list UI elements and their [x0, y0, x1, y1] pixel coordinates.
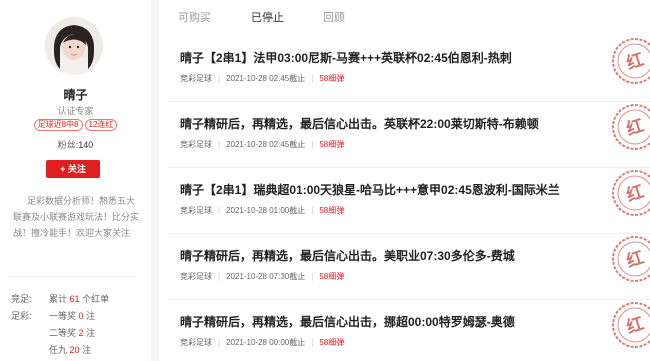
- plan-category: 竞彩足球: [180, 272, 212, 281]
- plan-meta: 竞彩足球 | 2021-10-28 01:00截止 | 58细弹: [180, 206, 345, 215]
- follow-button[interactable]: + 关注: [46, 160, 100, 178]
- plan-category: 竞彩足球: [180, 140, 212, 149]
- stat-key: 竞足:: [11, 294, 32, 304]
- red-result-stamp-icon: 红: [612, 38, 650, 84]
- stat-prefix: 一等奖: [49, 311, 77, 321]
- list-item[interactable]: 晴子【2串1】瑞典超01:00天狼星-哈马比+++意甲02:45恩波利-国际米兰…: [159, 162, 650, 234]
- stamp-text: 红: [624, 247, 647, 272]
- stamp-text: 红: [624, 115, 647, 140]
- fans-label: 粉丝:: [57, 140, 79, 150]
- stamp-text: 红: [624, 49, 647, 74]
- stat-prefix: 二等奖: [49, 328, 77, 338]
- stat-prefix: 累计: [49, 294, 68, 304]
- plan-title[interactable]: 晴子精研后，再精选，最后信心出击。英联杯22:00莱切斯特-布赖顿: [180, 115, 539, 132]
- avatar-portrait-icon: [45, 17, 103, 75]
- plan-title[interactable]: 晴子精研后，再精选，最后信心出击，挪超00:00特罗姆瑟-奥德: [180, 313, 515, 330]
- stat-suffix: 注: [82, 345, 92, 355]
- stat-key: 足彩:: [11, 311, 32, 321]
- profile-bio: 足彩数据分析师！熟悉五大联赛及小联赛游戏玩法！比分实战！擅冷能手！欢迎大家关注: [13, 196, 140, 238]
- stat-suffix: 个红单: [82, 294, 110, 304]
- plan-meta: 竞彩足球 | 2021-10-28 02:45截止 | 58细弹: [180, 74, 345, 83]
- plan-title[interactable]: 晴子【2串1】瑞典超01:00天狼星-哈马比+++意甲02:45恩波利-国际米兰: [180, 181, 560, 198]
- plan-price: 58细弹: [319, 338, 345, 347]
- fans-number: 140: [78, 140, 94, 150]
- list-item[interactable]: 晴子精研后，再精选，最后信心出击。美职业07:30多伦多-费城 竞彩足球 | 202…: [159, 228, 650, 300]
- tab-bar: 可购买 已停止 回顾: [159, 0, 650, 30]
- stat-prefix: 任九: [49, 345, 68, 355]
- plan-price: 58细弹: [319, 74, 345, 83]
- achievement-tag: 12连红: [84, 119, 118, 131]
- verified-label: 认证专家: [57, 106, 94, 116]
- stat-suffix: 注: [86, 311, 96, 321]
- plan-list-panel: 可购买 已停止 回顾 晴子【2串1】法甲03:00尼斯-马赛+++英联杯02:4…: [159, 0, 650, 361]
- stat-value: 61: [69, 294, 80, 304]
- plan-category: 竞彩足球: [180, 206, 212, 215]
- profile-sidebar: 晴子 认证专家 足球近8中8 12连红 粉丝:140 + 关注 足彩数据分析师！…: [0, 0, 151, 361]
- tab-purchasable[interactable]: 可购买: [178, 9, 211, 25]
- plan-category: 竞彩足球: [180, 74, 212, 83]
- stat-value: 2: [78, 328, 84, 338]
- stamp-text: 红: [624, 313, 647, 338]
- plan-price: 58细弹: [319, 272, 345, 281]
- plan-meta: 竞彩足球 | 2021-10-28 02:45截止 | 58细弹: [180, 140, 345, 149]
- tab-review[interactable]: 回顾: [323, 9, 345, 25]
- stat-value: 0: [78, 311, 84, 321]
- plan-deadline: 2021-10-28 02:45截止: [226, 74, 306, 83]
- plan-title[interactable]: 晴子【2串1】法甲03:00尼斯-马赛+++英联杯02:45伯恩利-热刺: [180, 49, 512, 66]
- red-result-stamp-icon: 红: [612, 236, 650, 282]
- red-result-stamp-icon: 红: [612, 170, 650, 216]
- red-result-stamp-icon: 红: [612, 302, 650, 348]
- plan-price: 58细弹: [319, 140, 345, 149]
- plan-deadline: 2021-10-28 01:00截止: [226, 206, 306, 215]
- tab-stopped[interactable]: 已停止: [251, 9, 284, 25]
- plan-price: 58细弹: [319, 206, 345, 215]
- plan-category: 竞彩足球: [180, 338, 212, 347]
- achievement-tags: 足球近8中8 12连红: [0, 119, 151, 131]
- stamp-text: 红: [624, 181, 647, 206]
- stat-suffix: 注: [86, 328, 96, 338]
- plan-meta: 竞彩足球 | 2021-10-28 00:00截止 | 58细弹: [180, 338, 345, 347]
- fans-count: 粉丝:140: [0, 138, 151, 151]
- achievement-tag: 足球近8中8: [33, 119, 83, 131]
- avatar[interactable]: [45, 17, 103, 75]
- list-item[interactable]: 晴子精研后，再精选，最后信心出击，挪超00:00特罗姆瑟-奥德 竞彩足球 | 202…: [159, 294, 650, 361]
- plan-deadline: 2021-10-28 02:45截止: [226, 140, 306, 149]
- stat-value: 20: [69, 345, 80, 355]
- plan-title[interactable]: 晴子精研后，再精选，最后信心出击。美职业07:30多伦多-费城: [180, 247, 515, 264]
- profile-name: 晴子: [63, 88, 88, 102]
- red-result-stamp-icon: 红: [612, 104, 650, 150]
- plan-deadline: 2021-10-28 07:30截止: [226, 272, 306, 281]
- plan-meta: 竞彩足球 | 2021-10-28 07:30截止 | 58细弹: [180, 272, 345, 281]
- plan-deadline: 2021-10-28 00:00截止: [226, 338, 306, 347]
- list-item[interactable]: 晴子精研后，再精选，最后信心出击。英联杯22:00莱切斯特-布赖顿 竞彩足球 | 2…: [159, 96, 650, 168]
- sidebar-divider: [9, 276, 135, 277]
- list-item[interactable]: 晴子【2串1】法甲03:00尼斯-马赛+++英联杯02:45伯恩利-热刺 竞彩足…: [159, 30, 650, 102]
